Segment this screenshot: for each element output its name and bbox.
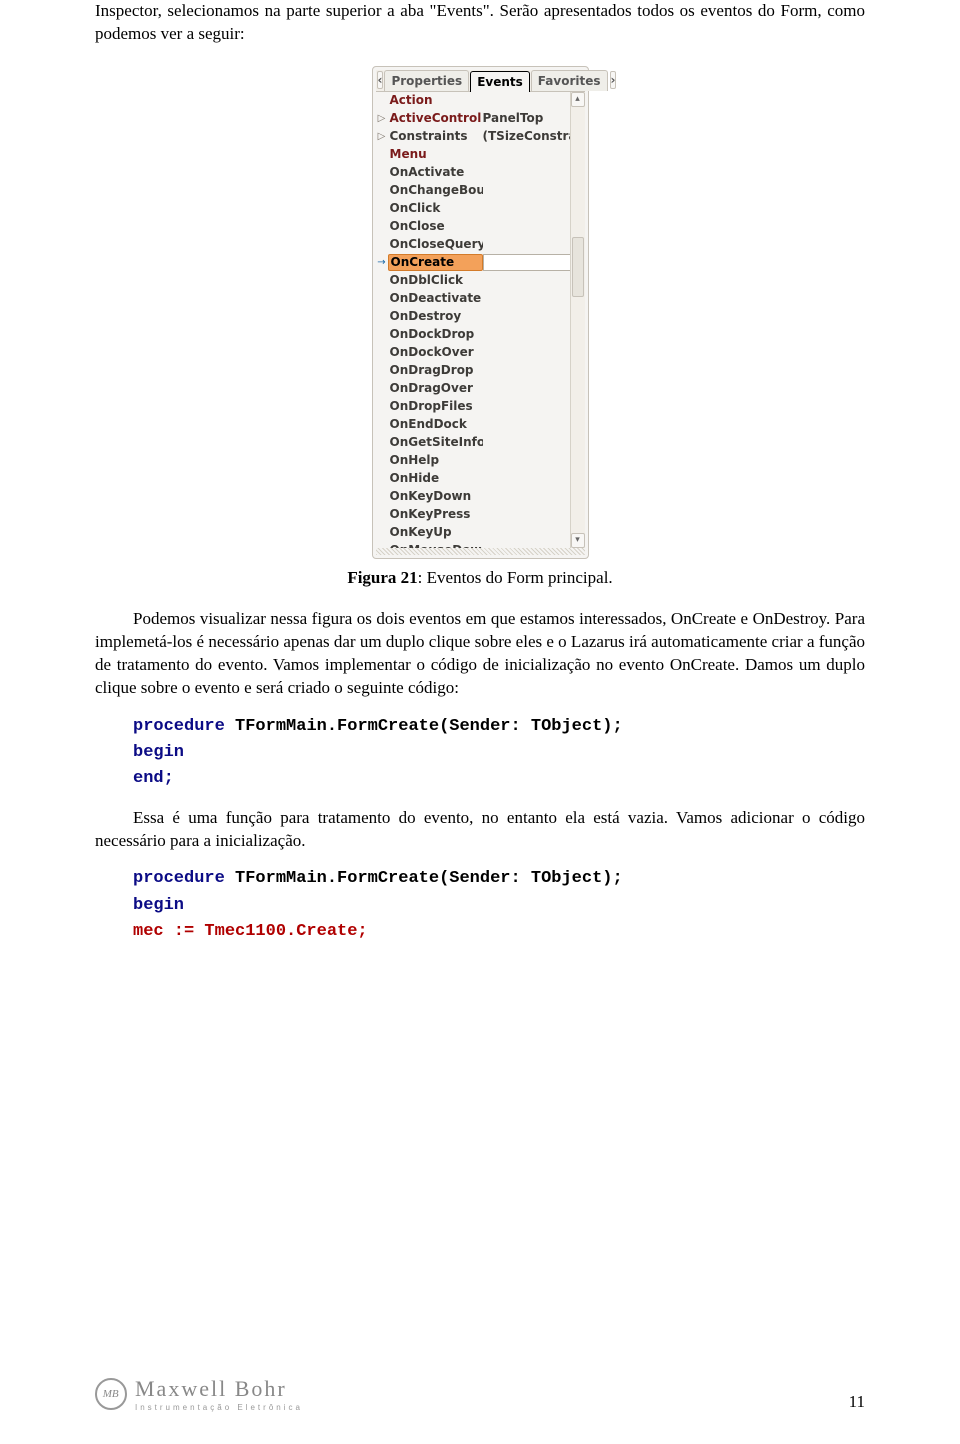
- tab-bar: ‹ Properties Events Favorites ›: [376, 70, 585, 92]
- event-row[interactable]: →OnCreate⌄…: [376, 254, 570, 272]
- property-name[interactable]: OnHelp: [388, 452, 483, 468]
- code-text: TFormMain.FormCreate(Sender: TObject);: [225, 717, 623, 736]
- object-inspector-window: ‹ Properties Events Favorites › Action▷A…: [372, 66, 589, 559]
- property-name[interactable]: Constraints: [388, 128, 483, 144]
- event-row[interactable]: OnDragDrop: [376, 362, 570, 380]
- resize-grip[interactable]: [376, 548, 585, 555]
- event-row[interactable]: OnChangeBou: [376, 182, 570, 200]
- property-name[interactable]: OnMouseDow: [388, 542, 483, 548]
- company-logo: MB Maxwell Bohr Instrumentação Eletrônic…: [95, 1374, 303, 1414]
- event-row[interactable]: OnDropFiles: [376, 398, 570, 416]
- property-name[interactable]: OnKeyPress: [388, 506, 483, 522]
- page-number: 11: [849, 1391, 865, 1414]
- property-name[interactable]: OnGetSiteInfo: [388, 434, 483, 450]
- tab-favorites[interactable]: Favorites: [531, 70, 608, 91]
- code-text: TFormMain.FormCreate(Sender: TObject);: [225, 869, 623, 888]
- event-row[interactable]: OnKeyDown: [376, 488, 570, 506]
- paragraph-2: Podemos visualizar nessa figura os dois …: [95, 608, 865, 700]
- property-name[interactable]: Menu: [388, 146, 483, 162]
- property-value[interactable]: (TSizeConstrai: [483, 128, 570, 144]
- event-row[interactable]: Menu: [376, 146, 570, 164]
- tab-events[interactable]: Events: [470, 71, 530, 92]
- property-name[interactable]: OnDropFiles: [388, 398, 483, 414]
- property-name[interactable]: OnKeyDown: [388, 488, 483, 504]
- scroll-track[interactable]: [571, 107, 585, 533]
- event-row[interactable]: OnClose: [376, 218, 570, 236]
- event-row[interactable]: OnMouseDow: [376, 542, 570, 548]
- property-name[interactable]: OnKeyUp: [388, 524, 483, 540]
- property-name[interactable]: OnDestroy: [388, 308, 483, 324]
- property-name[interactable]: OnDragDrop: [388, 362, 483, 378]
- scroll-thumb[interactable]: [572, 237, 584, 297]
- row-expand-icon[interactable]: ▷: [376, 130, 388, 144]
- property-name[interactable]: OnDockOver: [388, 344, 483, 360]
- tab-properties[interactable]: Properties: [384, 70, 469, 91]
- event-row[interactable]: OnDeactivate: [376, 290, 570, 308]
- keyword: procedure: [133, 717, 225, 736]
- code-line: begin: [133, 740, 865, 766]
- value-editor: ⌄…: [483, 253, 570, 271]
- property-name[interactable]: OnCreate: [388, 254, 483, 271]
- property-name[interactable]: OnClick: [388, 200, 483, 216]
- event-row[interactable]: OnGetSiteInfo: [376, 434, 570, 452]
- property-name[interactable]: OnEndDock: [388, 416, 483, 432]
- event-row[interactable]: ▷Constraints(TSizeConstrai: [376, 128, 570, 146]
- caption-text: : Eventos do Form principal.: [418, 568, 613, 587]
- property-name[interactable]: OnDeactivate: [388, 290, 483, 306]
- event-handler-input[interactable]: [483, 254, 570, 271]
- code-line: procedure TFormMain.FormCreate(Sender: T…: [133, 714, 865, 740]
- event-row[interactable]: OnKeyUp: [376, 524, 570, 542]
- event-row[interactable]: OnDockOver: [376, 344, 570, 362]
- event-row[interactable]: OnEndDock: [376, 416, 570, 434]
- scroll-down-button[interactable]: ▾: [571, 533, 585, 548]
- paragraph-3: Essa é uma função para tratamento do eve…: [95, 807, 865, 853]
- property-name[interactable]: OnCloseQuery: [388, 236, 483, 252]
- event-row[interactable]: OnDockDrop: [376, 326, 570, 344]
- company-name: Maxwell Bohr: [135, 1374, 303, 1404]
- code-line: mec := Tmec1100.Create;: [133, 919, 865, 945]
- scroll-up-button[interactable]: ▴: [571, 92, 585, 107]
- keyword: procedure: [133, 869, 225, 888]
- tab-scroll-left[interactable]: ‹: [377, 71, 384, 89]
- event-row[interactable]: OnDestroy: [376, 308, 570, 326]
- event-row[interactable]: OnKeyPress: [376, 506, 570, 524]
- event-row[interactable]: OnHelp: [376, 452, 570, 470]
- event-row[interactable]: OnDblClick: [376, 272, 570, 290]
- property-name[interactable]: OnDragOver: [388, 380, 483, 396]
- property-name[interactable]: OnDockDrop: [388, 326, 483, 342]
- page-footer: MB Maxwell Bohr Instrumentação Eletrônic…: [95, 1374, 865, 1414]
- code-line: begin: [133, 893, 865, 919]
- tab-scroll-right[interactable]: ›: [610, 71, 617, 89]
- intro-paragraph: Inspector, selecionamos na parte superio…: [95, 0, 865, 46]
- logo-mark-icon: MB: [88, 1371, 133, 1416]
- property-name[interactable]: ActiveControl: [388, 110, 483, 126]
- event-row[interactable]: OnClick: [376, 200, 570, 218]
- vertical-scrollbar[interactable]: ▴ ▾: [570, 92, 585, 548]
- property-name[interactable]: OnChangeBou: [388, 182, 483, 198]
- code-line: end;: [133, 766, 865, 792]
- property-name[interactable]: OnDblClick: [388, 272, 483, 288]
- property-name[interactable]: OnActivate: [388, 164, 483, 180]
- row-expand-icon[interactable]: ▷: [376, 112, 388, 126]
- company-tagline: Instrumentação Eletrônica: [135, 1403, 303, 1414]
- events-grid[interactable]: Action▷ActiveControlPanelTop▷Constraints…: [376, 92, 570, 548]
- event-row[interactable]: Action: [376, 92, 570, 110]
- code-block-1: procedure TFormMain.FormCreate(Sender: T…: [133, 714, 865, 793]
- event-row[interactable]: OnActivate: [376, 164, 570, 182]
- event-row[interactable]: OnDragOver: [376, 380, 570, 398]
- row-expand-icon[interactable]: →: [376, 256, 388, 270]
- code-block-2: procedure TFormMain.FormCreate(Sender: T…: [133, 866, 865, 945]
- event-row[interactable]: ▷ActiveControlPanelTop: [376, 110, 570, 128]
- property-name[interactable]: OnClose: [388, 218, 483, 234]
- property-name[interactable]: OnHide: [388, 470, 483, 486]
- figure-caption: Figura 21: Eventos do Form principal.: [95, 567, 865, 590]
- property-name[interactable]: Action: [388, 92, 483, 108]
- property-value[interactable]: PanelTop: [483, 110, 570, 126]
- event-row[interactable]: OnCloseQuery: [376, 236, 570, 254]
- caption-label: Figura 21: [347, 568, 417, 587]
- code-line: procedure TFormMain.FormCreate(Sender: T…: [133, 866, 865, 892]
- event-row[interactable]: OnHide: [376, 470, 570, 488]
